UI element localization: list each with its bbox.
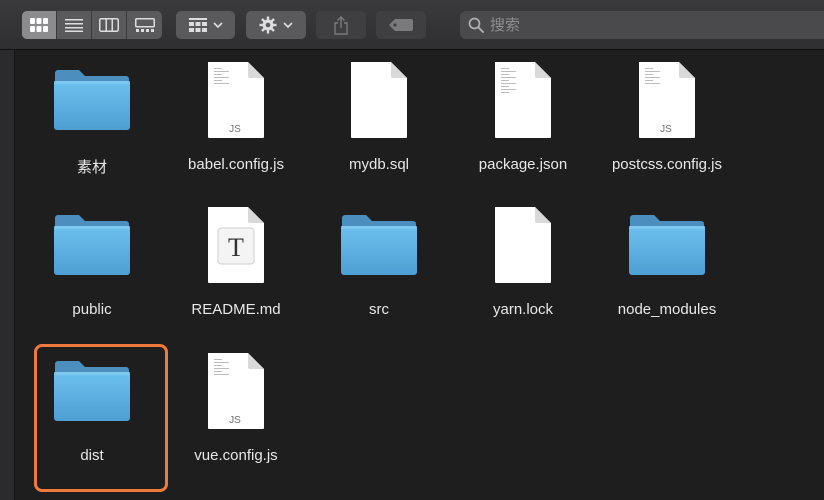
view-mode-control bbox=[22, 11, 162, 39]
file-item[interactable]: JS babel.config.js bbox=[166, 55, 306, 185]
search-icon bbox=[468, 17, 484, 33]
file-name-label: yarn.lock bbox=[492, 301, 554, 318]
finder-toolbar bbox=[0, 0, 824, 50]
group-by-button[interactable] bbox=[176, 11, 235, 39]
icon-view-button[interactable] bbox=[22, 11, 57, 39]
file-name-label: node_modules bbox=[617, 301, 717, 318]
columns-icon bbox=[99, 18, 119, 32]
document-icon: JS bbox=[639, 62, 695, 138]
list-icon bbox=[65, 19, 83, 32]
document-icon: JS bbox=[208, 62, 264, 138]
folder-icon bbox=[341, 215, 417, 275]
file-icon-wrap: T bbox=[166, 200, 306, 290]
group-grid-icon bbox=[188, 18, 207, 32]
document-icon bbox=[495, 62, 551, 138]
file-icon-wrap bbox=[453, 200, 593, 290]
file-name-label: postcss.config.js bbox=[611, 156, 723, 173]
gallery-view-button[interactable] bbox=[127, 11, 162, 39]
file-item[interactable]: mydb.sql bbox=[309, 55, 449, 185]
action-menu-button[interactable] bbox=[246, 11, 306, 39]
file-name-label: README.md bbox=[191, 301, 281, 318]
file-name-label: babel.config.js bbox=[188, 156, 284, 173]
chevron-down-icon bbox=[212, 22, 223, 28]
file-icon-wrap bbox=[22, 200, 162, 290]
file-icon-wrap bbox=[22, 55, 162, 145]
grid-icon bbox=[30, 18, 48, 32]
folder-icon bbox=[54, 70, 130, 130]
file-name-label: vue.config.js bbox=[194, 447, 278, 464]
document-icon: JS bbox=[208, 353, 264, 429]
folder-item[interactable]: src bbox=[309, 200, 449, 330]
folder-icon bbox=[54, 361, 130, 421]
file-icon-wrap: JS bbox=[166, 55, 306, 145]
js-badge: JS bbox=[660, 124, 672, 135]
file-name-label: package.json bbox=[478, 156, 568, 173]
file-name-label: dist bbox=[80, 447, 104, 464]
gear-icon bbox=[259, 16, 277, 34]
list-view-button[interactable] bbox=[57, 11, 92, 39]
js-badge: JS bbox=[229, 124, 241, 135]
file-item[interactable]: JS postcss.config.js bbox=[597, 55, 737, 185]
js-badge: JS bbox=[229, 415, 241, 426]
file-name-label: mydb.sql bbox=[348, 156, 410, 173]
file-name-label: 素材 bbox=[76, 159, 107, 176]
file-icon-wrap bbox=[309, 55, 449, 145]
folder-item[interactable]: node_modules bbox=[597, 200, 737, 330]
file-icon-wrap bbox=[22, 346, 162, 436]
folder-item[interactable]: 素材 bbox=[22, 55, 162, 185]
share-button[interactable] bbox=[316, 11, 366, 39]
file-name-label: src bbox=[369, 301, 389, 318]
tag-button[interactable] bbox=[376, 11, 426, 39]
gallery-icon bbox=[134, 18, 155, 32]
search-input[interactable] bbox=[490, 16, 790, 34]
file-icon-wrap bbox=[309, 200, 449, 290]
folder-item[interactable]: public bbox=[22, 200, 162, 330]
folder-icon bbox=[54, 215, 130, 275]
markdown-badge: T bbox=[228, 233, 244, 262]
file-name-label: public bbox=[72, 301, 112, 318]
file-icon-wrap: JS bbox=[597, 55, 737, 145]
chevron-down-icon bbox=[283, 22, 293, 28]
file-icon-wrap bbox=[453, 55, 593, 145]
file-item[interactable]: T README.md bbox=[166, 200, 306, 330]
file-item[interactable]: JS vue.config.js bbox=[166, 346, 306, 476]
file-icon-wrap bbox=[597, 200, 737, 290]
file-item[interactable]: yarn.lock bbox=[453, 200, 593, 330]
sidebar-edge bbox=[0, 50, 15, 500]
document-icon: T bbox=[208, 207, 264, 283]
folder-item[interactable]: dist bbox=[22, 346, 162, 476]
column-view-button[interactable] bbox=[92, 11, 127, 39]
folder-icon bbox=[629, 215, 705, 275]
document-icon bbox=[495, 207, 551, 283]
tag-icon bbox=[389, 19, 413, 31]
file-item[interactable]: package.json bbox=[453, 55, 593, 185]
file-icon-wrap: JS bbox=[166, 346, 306, 436]
document-icon bbox=[351, 62, 407, 138]
search-field[interactable] bbox=[460, 11, 824, 39]
share-icon bbox=[334, 15, 348, 35]
